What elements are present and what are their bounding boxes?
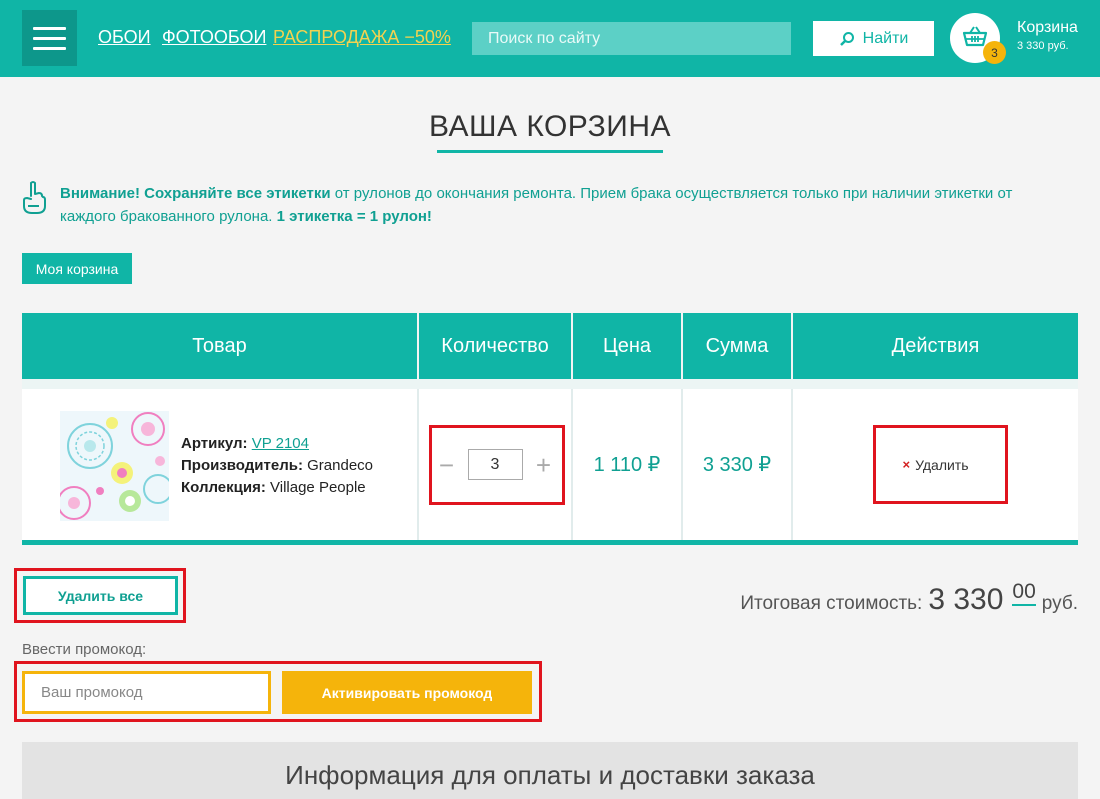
table-row: Артикул: VP 2104 Производитель: Grandeco… [22,389,1078,545]
promo-label: Ввести промокод: [22,641,147,658]
product-thumbnail[interactable] [60,411,169,521]
total-currency: руб. [1041,593,1078,614]
delete-all-button[interactable]: Удалить все [23,576,178,615]
qty-plus-button[interactable]: + [535,452,553,478]
quantity-stepper: − + [438,449,553,480]
col-header-quantity: Количество [419,313,573,379]
article-label: Артикул: [181,435,248,452]
site-header: ОБОИ ФОТООБОИ РАСПРОДАЖА −50% Найти 3 Ко… [0,0,1100,77]
product-cell: Артикул: VP 2104 Производитель: Grandeco… [22,389,419,540]
cart-table: Товар Количество Цена Сумма Действия Арт… [22,313,1078,545]
cart-count-badge: 3 [983,41,1006,64]
nav-link-oboi[interactable]: ОБОИ [98,27,151,48]
col-header-price: Цена [573,313,683,379]
total-label: Итоговая стоимость: [740,593,923,614]
close-icon: × [902,457,911,472]
table-spacer [22,379,1078,389]
burger-line-icon [33,46,66,50]
total-price: Итоговая стоимость: 3 330 00 руб. [740,581,1078,617]
burger-line-icon [33,36,66,40]
nav-link-sale[interactable]: РАСПРОДАЖА −50% [273,27,451,48]
burger-line-icon [33,26,66,30]
activate-promo-button[interactable]: Активировать промокод [282,671,532,714]
cart-label[interactable]: Корзина [1017,19,1078,37]
total-amount: 3 330 [928,583,1004,616]
section-title: Информация для оплаты и доставки заказа [285,760,815,790]
col-header-actions: Действия [891,334,980,357]
row-sum: 3 330 ₽ [702,454,772,476]
search-input[interactable] [472,22,791,55]
actions-cell: × Удалить [793,389,1078,540]
search-button[interactable]: Найти [813,21,934,56]
notice-bold-1: Внимание! Сохраняйте все этикетки [60,185,331,202]
notice-bold-2: 1 этикетка = 1 рулон! [276,208,432,225]
delete-item-button[interactable]: × Удалить [902,457,968,473]
unit-price: 1 110 ₽ [593,454,661,476]
title-underline [437,150,663,153]
table-header: Товар Количество Цена Сумма Действия [22,313,1078,379]
collection-value: Village People [270,479,366,496]
col-header-sum: Сумма [683,313,793,379]
page-title: ВАША КОРЗИНА [428,110,672,143]
sum-cell: 3 330 ₽ [683,389,793,540]
quantity-input[interactable] [467,449,523,480]
tab-my-cart[interactable]: Моя корзина [22,253,132,284]
payment-delivery-section: Информация для оплаты и доставки заказа [22,742,1078,799]
maker-label: Производитель: [181,457,303,474]
maker-value: Grandeco [307,457,373,474]
menu-button[interactable] [22,10,77,66]
article-link[interactable]: VP 2104 [252,435,309,452]
total-kopecks: 00 [1012,581,1036,606]
collection-label: Коллекция: [181,479,266,496]
price-cell: 1 110 ₽ [573,389,683,540]
product-info: Артикул: VP 2104 Производитель: Grandeco… [181,433,373,499]
search-icon [839,31,854,46]
cart-sum: 3 330 руб. [1017,40,1069,52]
qty-minus-button[interactable]: − [438,452,456,478]
quantity-cell: − + [419,389,573,540]
pointing-finger-icon [23,181,46,214]
search-button-label: Найти [862,29,909,47]
promo-code-input[interactable] [22,671,271,714]
nav-link-fotooboi[interactable]: ФОТООБОИ [162,27,266,48]
col-header-product: Товар [22,313,419,379]
delete-item-label: Удалить [915,456,969,473]
labels-notice: Внимание! Сохраняйте все этикетки от рул… [60,182,1060,228]
